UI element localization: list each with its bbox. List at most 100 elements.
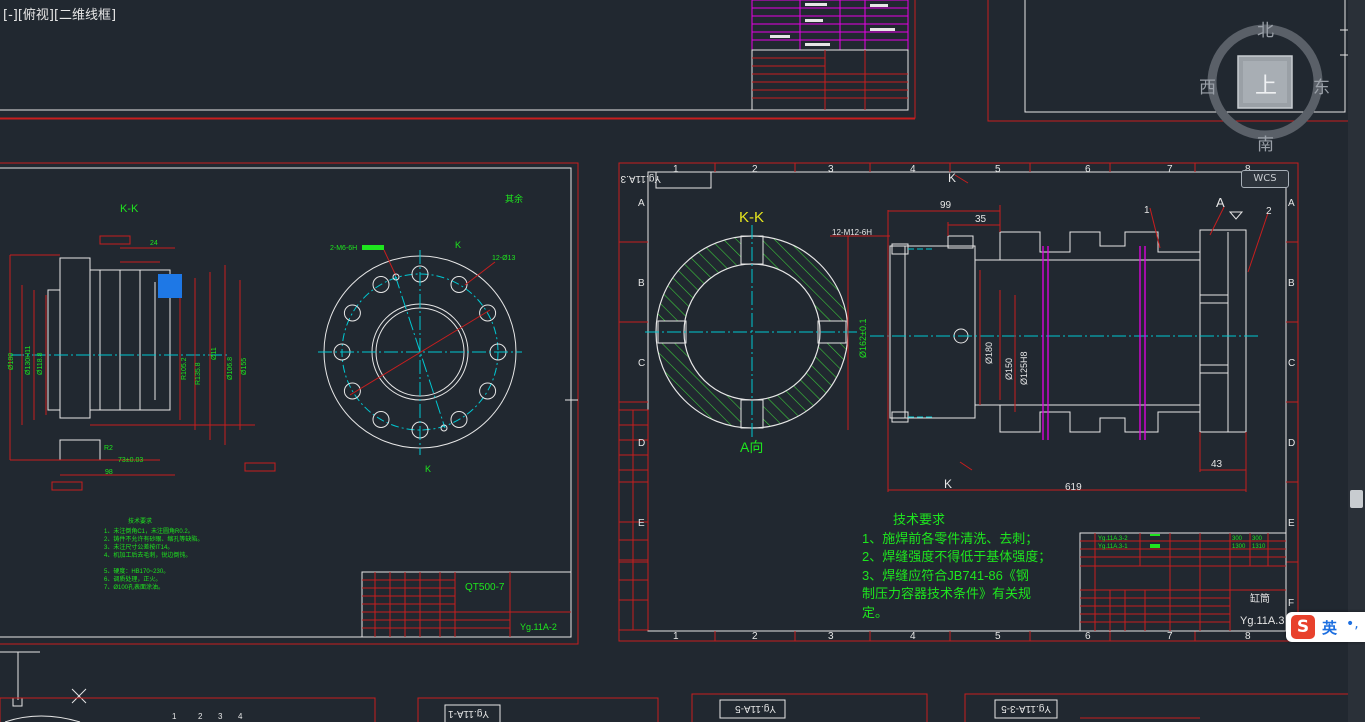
svg-text:5: 5 xyxy=(995,631,1001,642)
svg-text:5、硬度：HB170~230。: 5、硬度：HB170~230。 xyxy=(104,567,169,575)
svg-text:1: 1 xyxy=(172,712,177,721)
svg-text:4、机加工后去毛刺，锐边倒钝。: 4、机加工后去毛刺，锐边倒钝。 xyxy=(104,551,191,559)
svg-text:E: E xyxy=(638,518,645,529)
svg-text:Ø106.8: Ø106.8 xyxy=(227,357,234,380)
svg-text:K: K xyxy=(425,464,431,474)
wcs-menu[interactable]: WCS xyxy=(1241,170,1289,188)
svg-text:7、Ø100孔表面涂油。: 7、Ø100孔表面涂油。 xyxy=(104,583,164,591)
left-k-marker: K xyxy=(455,240,461,250)
svg-text:制压力容器技术条件》有关规: 制压力容器技术条件》有关规 xyxy=(862,586,1031,601)
svg-text:Ø180: Ø180 xyxy=(8,353,15,370)
svg-text:定。: 定。 xyxy=(862,605,888,620)
svg-text:8: 8 xyxy=(1245,631,1251,642)
svg-text:7: 7 xyxy=(1167,164,1173,175)
svg-text:4: 4 xyxy=(910,164,916,175)
vertical-scroll-thumb[interactable] xyxy=(1350,490,1363,508)
svg-text:技术要求: 技术要求 xyxy=(893,512,945,527)
svg-text:6、调质处理，正火。: 6、调质处理，正火。 xyxy=(104,575,161,583)
leader-2: 2 xyxy=(1266,206,1272,217)
svg-text:B: B xyxy=(1288,278,1295,289)
left-thread-label: 2-M6-6H xyxy=(330,245,357,252)
ime-toolbar[interactable]: S 英 •, xyxy=(1286,612,1365,642)
left-hole-label: 12-Ø13 xyxy=(492,255,515,262)
svg-text:4: 4 xyxy=(910,631,916,642)
svg-text:Yg.11A.3-2: Yg.11A.3-2 xyxy=(1098,536,1128,542)
svg-text:C: C xyxy=(638,358,645,369)
main-label-a: A xyxy=(1216,195,1225,210)
svg-text:B: B xyxy=(638,278,645,289)
svg-text:Yg.11A.3-1: Yg.11A.3-1 xyxy=(1098,544,1128,550)
ime-punctuation-toggle[interactable]: •, xyxy=(1346,616,1359,632)
viewcube-south[interactable]: 南 xyxy=(1257,130,1274,155)
viewcube-west[interactable]: 西 xyxy=(1199,73,1216,98)
left-drawing-no: Yg.11A-2 xyxy=(520,622,557,632)
svg-text:A: A xyxy=(1288,198,1295,209)
left-material: QT500-7 xyxy=(465,582,505,593)
leader-1: 1 xyxy=(1144,205,1150,216)
main-thread-label: 12-M12-6H xyxy=(832,228,872,237)
svg-text:Ø11: Ø11 xyxy=(211,347,218,360)
svg-text:1、施焊前各零件清洗、去刺；: 1、施焊前各零件清洗、去刺； xyxy=(862,531,1038,547)
dim-43: 43 xyxy=(1211,459,1223,470)
svg-text:R105.2: R105.2 xyxy=(181,357,188,380)
svg-text:1310: 1310 xyxy=(1252,544,1266,550)
dim-99: 99 xyxy=(940,200,952,211)
svg-text:D: D xyxy=(638,438,645,449)
svg-text:R135.8: R135.8 xyxy=(195,362,202,385)
dim-dia-125: Ø125H8 xyxy=(1019,351,1029,385)
svg-text:F: F xyxy=(1288,598,1294,609)
dim-dia-150: Ø150 xyxy=(1004,358,1014,380)
svg-text:2: 2 xyxy=(752,164,758,175)
dim-35: 35 xyxy=(975,214,987,225)
svg-text:3、未注尺寸公差按IT14。: 3、未注尺寸公差按IT14。 xyxy=(104,543,173,551)
viewcube-east[interactable]: 东 xyxy=(1313,73,1330,98)
svg-text:Ø118.8: Ø118.8 xyxy=(37,352,44,375)
svg-text:3: 3 xyxy=(218,712,223,721)
svg-text:2: 2 xyxy=(198,712,203,721)
viewport-controls-label[interactable]: [-][俯视][二维线框] xyxy=(3,4,116,23)
bottom-sheet-2-no: Yg.11A-5 xyxy=(735,703,776,714)
svg-text:7: 7 xyxy=(1167,631,1173,642)
svg-text:Ø155: Ø155 xyxy=(241,358,248,375)
dim-619: 619 xyxy=(1065,482,1082,493)
svg-text:技术要求: 技术要求 xyxy=(128,517,152,525)
viewcube-north[interactable]: 北 xyxy=(1257,16,1274,41)
dim-98: 98 xyxy=(105,469,113,476)
svg-text:5: 5 xyxy=(995,164,1001,175)
svg-text:6: 6 xyxy=(1085,631,1091,642)
svg-text:300: 300 xyxy=(1232,536,1243,542)
left-roughness-note: 其余 xyxy=(505,193,523,204)
main-section-label: K-K xyxy=(739,209,764,226)
main-k-marker-top: K xyxy=(948,171,956,185)
svg-text:C: C xyxy=(1288,358,1295,369)
main-drawing-no-mirrored: Yg.11A.3 xyxy=(620,173,661,184)
svg-text:6: 6 xyxy=(1085,164,1091,175)
left-section-label: K-K xyxy=(120,203,139,215)
dim-dia-180: Ø180 xyxy=(984,342,994,364)
svg-text:1: 1 xyxy=(673,631,679,642)
svg-text:300: 300 xyxy=(1252,536,1263,542)
main-dia-162: Ø162±0.1 xyxy=(858,319,868,358)
svg-text:D: D xyxy=(1288,438,1295,449)
svg-text:4: 4 xyxy=(238,712,243,721)
svg-text:2: 2 xyxy=(752,631,758,642)
main-part-name: 缸筒 xyxy=(1250,592,1270,605)
bottom-sheet-3-no: Yg.11A-3-5 xyxy=(1001,703,1051,714)
svg-text:A: A xyxy=(638,198,645,209)
svg-text:1: 1 xyxy=(673,164,679,175)
viewcube-top-label[interactable]: 上 xyxy=(1255,68,1277,100)
svg-text:3: 3 xyxy=(828,631,834,642)
ime-mode-toggle[interactable]: 英 xyxy=(1322,617,1337,638)
svg-text:3、焊缝应符合JB741-86《钢: 3、焊缝应符合JB741-86《钢 xyxy=(862,568,1029,583)
bottom-sheet-1-no: Yg.11A-1 xyxy=(448,708,489,719)
drawing-canvas[interactable]: K-K 24 73±0.03 98 R2 Ø180 Ø130H11 Ø118.8… xyxy=(0,0,1365,722)
dim-73: 73±0.03 xyxy=(118,457,143,464)
dim-24: 24 xyxy=(150,240,158,247)
dim-r2: R2 xyxy=(104,445,113,452)
ime-logo-icon[interactable]: S xyxy=(1291,615,1315,639)
selection-grip[interactable] xyxy=(158,274,182,298)
main-view-label: A向 xyxy=(740,439,763,455)
main-k-marker-bottom: K xyxy=(944,477,952,491)
svg-text:E: E xyxy=(1288,518,1295,529)
svg-text:2、焊缝强度不得低于基体强度；: 2、焊缝强度不得低于基体强度； xyxy=(862,549,1051,565)
